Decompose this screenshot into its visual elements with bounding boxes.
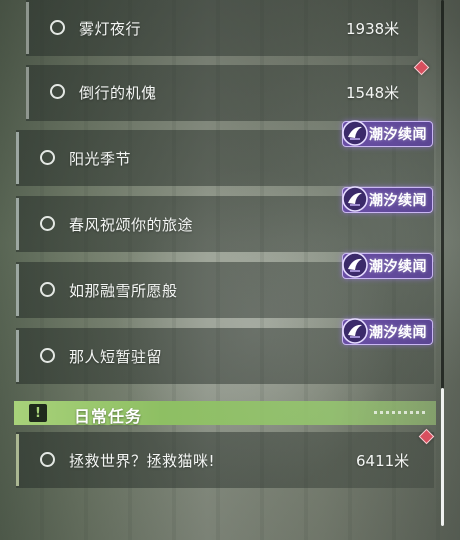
tag-label: 潮汐续闻	[369, 127, 427, 143]
quest-title: 春风祝颂你的旅途	[69, 216, 194, 234]
quest-distance: 1548米	[346, 84, 400, 102]
daily-missions-header[interactable]: ! 日常任务	[14, 401, 436, 426]
quest-list: 雾灯夜行 1938米 倒行的机傀 1548米 阳光季节 潮汐续闻 春风祝颂你的旅…	[0, 0, 460, 540]
quest-radio[interactable]	[50, 20, 65, 35]
exclamation-icon: !	[29, 404, 47, 422]
quest-accent-bar	[16, 198, 19, 250]
quest-accent-bar	[16, 330, 19, 382]
quest-item-reverse-puppet[interactable]: 倒行的机傀 1548米	[26, 65, 418, 121]
quest-radio[interactable]	[50, 84, 65, 99]
quest-accent-bar	[16, 264, 19, 316]
quest-radio[interactable]	[40, 282, 55, 297]
quest-radio[interactable]	[40, 150, 55, 165]
quest-accent-bar	[16, 132, 19, 184]
quest-title: 拯救世界？拯救猫咪!	[69, 452, 216, 470]
quest-radio[interactable]	[40, 216, 55, 231]
tidal-story-icon	[342, 186, 368, 212]
quest-title: 倒行的机傀	[79, 84, 157, 102]
tidal-story-icon	[342, 318, 368, 344]
quest-title: 如那融雪所愿般	[69, 282, 178, 300]
header-decoration	[374, 411, 426, 414]
quest-title: 阳光季节	[69, 150, 132, 168]
tidal-story-tag: 潮汐续闻	[342, 252, 433, 279]
tidal-story-tag: 潮汐续闻	[342, 186, 433, 213]
quest-distance: 1938米	[346, 20, 400, 38]
quest-radio[interactable]	[40, 452, 55, 467]
scrollbar-thumb[interactable]	[441, 388, 444, 526]
tidal-story-icon	[342, 120, 368, 146]
quest-title: 那人短暂驻留	[69, 348, 163, 366]
quest-title: 雾灯夜行	[79, 20, 142, 38]
quest-distance: 6411米	[356, 452, 410, 470]
quest-item-save-cat[interactable]: 拯救世界？拯救猫咪! 6411米	[16, 432, 434, 488]
quest-accent-bar	[16, 434, 19, 486]
tag-label: 潮汐续闻	[369, 259, 427, 275]
quest-accent-bar	[26, 2, 29, 54]
tag-label: 潮汐续闻	[369, 193, 427, 209]
tidal-story-icon	[342, 252, 368, 278]
quest-accent-bar	[26, 67, 29, 119]
tidal-story-tag: 潮汐续闻	[342, 318, 433, 345]
tag-label: 潮汐续闻	[369, 325, 427, 341]
quest-radio[interactable]	[40, 348, 55, 363]
quest-item-fog-lamp[interactable]: 雾灯夜行 1938米	[26, 0, 418, 56]
section-title: 日常任务	[74, 407, 143, 426]
tidal-story-tag: 潮汐续闻	[342, 120, 433, 147]
